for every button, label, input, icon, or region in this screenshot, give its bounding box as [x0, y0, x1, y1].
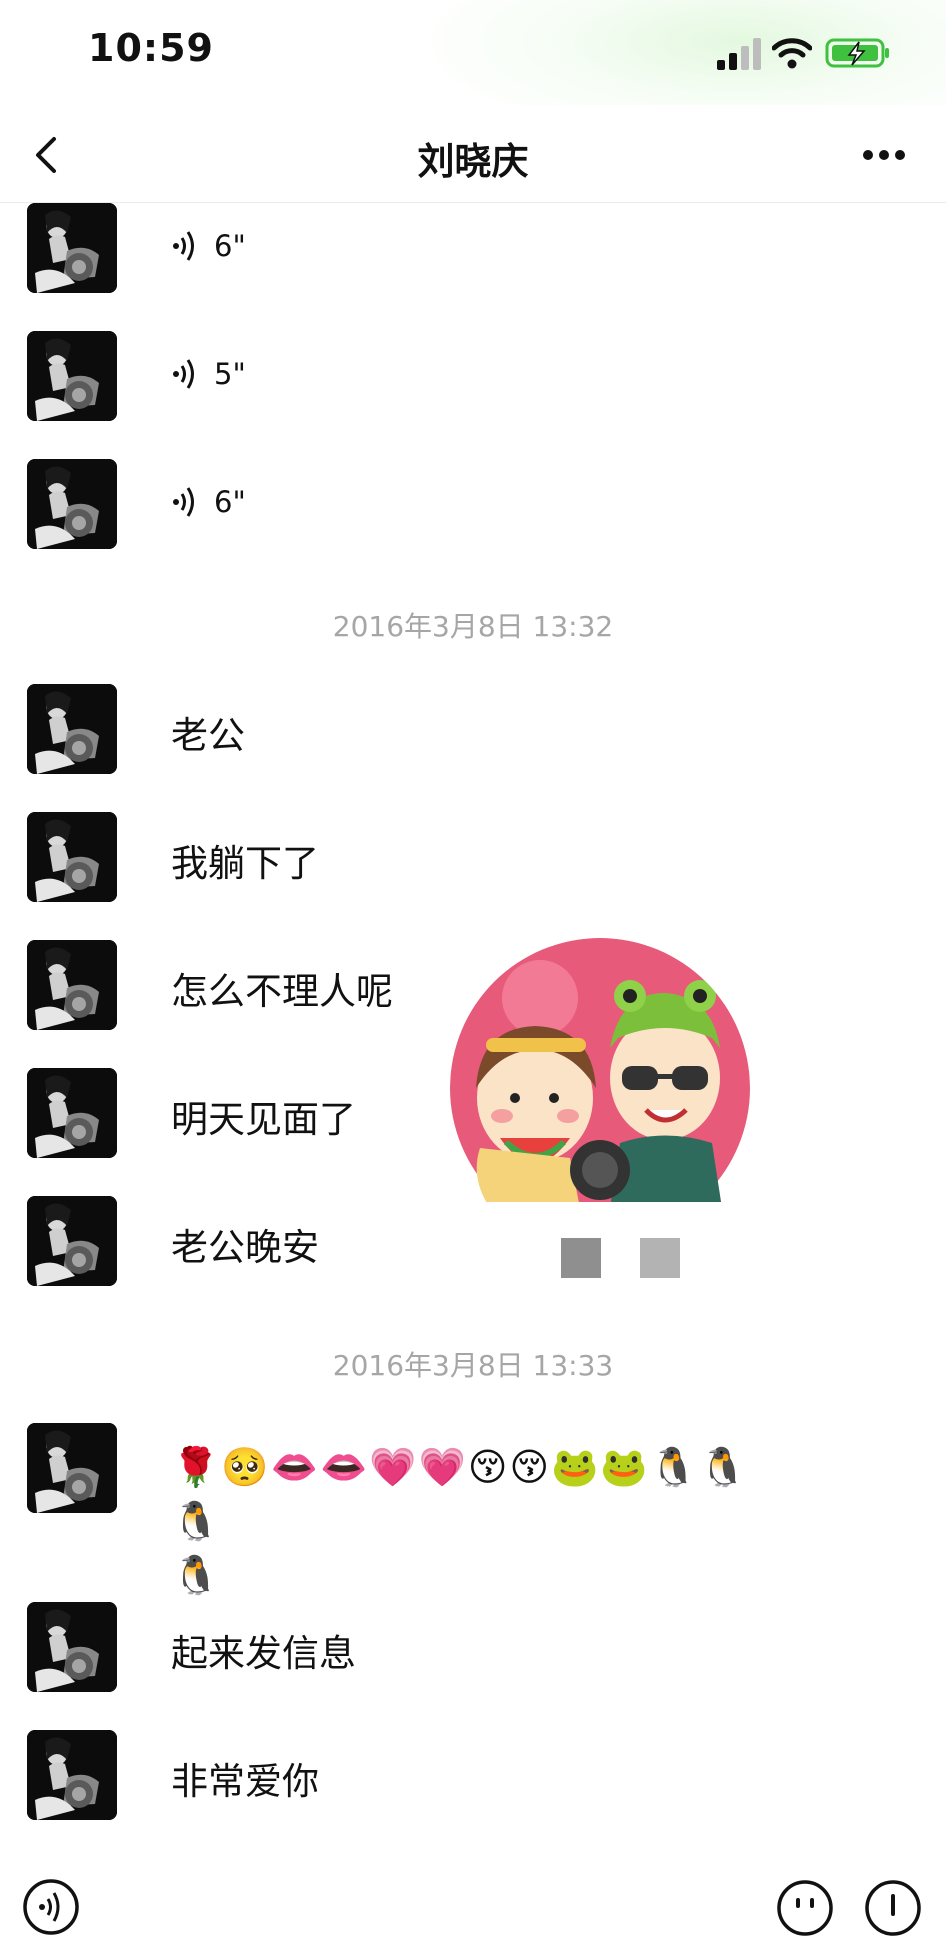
- avatar-image: [27, 1730, 117, 1820]
- avatar-image: [27, 684, 117, 774]
- cartoon-couple-image: [450, 938, 750, 1202]
- avatar[interactable]: [27, 1423, 117, 1513]
- avatar-image: [27, 1068, 117, 1158]
- gray-square: [640, 1238, 680, 1278]
- voice-duration: 6": [214, 229, 246, 263]
- input-bar: [0, 1868, 946, 1953]
- status-bar: 10:59: [0, 0, 946, 140]
- more-dots-icon[interactable]: [862, 149, 906, 161]
- avatar-image: [27, 459, 117, 549]
- message-text[interactable]: 起来发信息: [171, 1623, 356, 1677]
- message-text[interactable]: 怎么不理人呢: [171, 961, 393, 1015]
- avatar-image: [27, 1602, 117, 1692]
- avatar[interactable]: [27, 940, 117, 1030]
- page-title: 刘晓庆: [417, 140, 529, 183]
- voice-message[interactable]: 6": [172, 485, 246, 519]
- signal-icon: [717, 38, 761, 70]
- battery-charging-icon: [825, 38, 889, 68]
- avatar-image: [27, 940, 117, 1030]
- message-text[interactable]: 非常爱你: [171, 1751, 319, 1805]
- avatar[interactable]: [27, 1602, 117, 1692]
- voice-wave-icon: [173, 487, 194, 517]
- message-text[interactable]: 我躺下了: [171, 833, 319, 887]
- timestamp: 2016年3月8日 13:32: [332, 610, 614, 643]
- emoji-line: 🌹🥺👄👄💗💗😚😚🐸🐸🐧🐧🐧: [172, 1445, 749, 1543]
- wifi-icon: [772, 38, 812, 69]
- voice-message[interactable]: 5": [172, 357, 246, 391]
- gray-square: [561, 1238, 601, 1278]
- voice-duration: 5": [214, 357, 246, 391]
- emoji-message[interactable]: 🌹🥺👄👄💗💗😚😚🐸🐸🐧🐧🐧 🐧: [172, 1440, 792, 1602]
- avatar[interactable]: [27, 684, 117, 774]
- avatar-image: [27, 812, 117, 902]
- message-text[interactable]: 老公: [171, 705, 245, 759]
- avatar-image: [27, 1423, 117, 1513]
- status-time: 10:59: [88, 26, 214, 70]
- message-text[interactable]: 明天见面了: [171, 1089, 356, 1143]
- timestamp: 2016年3月8日 13:33: [332, 1349, 614, 1382]
- avatar-image: [27, 203, 117, 293]
- emoji-icon[interactable]: [775, 1878, 835, 1936]
- voice-duration: 6": [214, 485, 246, 519]
- nav-bar: 刘晓庆: [0, 105, 946, 203]
- cartoon-couple-sticker: [450, 938, 750, 1202]
- avatar[interactable]: [27, 1068, 117, 1158]
- avatar[interactable]: [27, 331, 117, 421]
- emoji-line: 🐧: [172, 1553, 222, 1597]
- voice-wave-icon: [173, 231, 194, 261]
- avatar[interactable]: [27, 1196, 117, 1286]
- message-text[interactable]: 老公晚安: [171, 1217, 319, 1271]
- avatar-image: [27, 1196, 117, 1286]
- plus-icon[interactable]: [863, 1878, 923, 1936]
- avatar[interactable]: [27, 812, 117, 902]
- voice-wave-icon: [173, 359, 194, 389]
- avatar-image: [27, 331, 117, 421]
- avatar[interactable]: [27, 203, 117, 293]
- voice-message[interactable]: 6": [172, 229, 246, 263]
- avatar[interactable]: [27, 1730, 117, 1820]
- avatar[interactable]: [27, 459, 117, 549]
- voice-input-icon[interactable]: [22, 1878, 80, 1936]
